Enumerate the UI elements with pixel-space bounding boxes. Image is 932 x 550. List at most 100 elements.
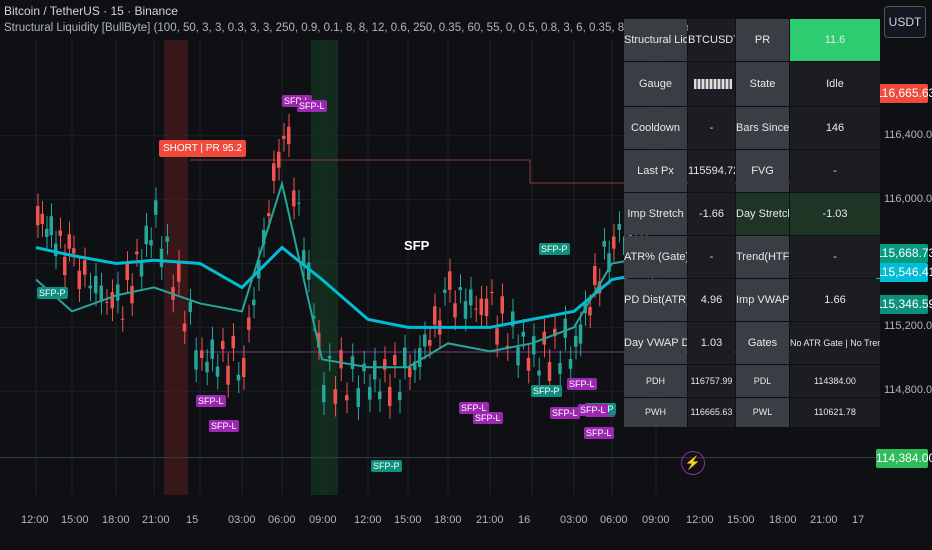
candle	[602, 240, 606, 247]
candle	[408, 367, 412, 378]
sfp-label: SFP-L	[209, 420, 239, 432]
candle	[443, 289, 447, 293]
candle	[495, 328, 499, 345]
table-value-cell: -	[688, 236, 735, 278]
candle	[282, 135, 286, 139]
currency-button[interactable]: USDT	[884, 6, 926, 38]
sfp-label: SFP-L	[550, 407, 580, 419]
candle	[378, 391, 382, 400]
sfp-label: SFP-L	[297, 100, 327, 112]
time-tick-label: 09:00	[309, 514, 337, 526]
candle	[423, 334, 427, 347]
table-label-cell: Gauge	[624, 62, 687, 106]
table-value-cell: -	[790, 236, 880, 278]
table-label-cell: Trend(HTF)	[736, 236, 789, 278]
candle	[521, 331, 525, 337]
candle	[105, 301, 109, 303]
candle	[345, 395, 349, 401]
candle	[182, 323, 187, 332]
candle	[453, 303, 457, 318]
series-line	[35, 245, 657, 329]
candle	[139, 261, 144, 277]
candle	[58, 230, 62, 236]
candle	[578, 324, 583, 344]
candle	[297, 202, 301, 204]
table-value-cell: -	[790, 150, 880, 192]
candle	[67, 234, 71, 249]
candle	[252, 299, 256, 306]
sfp-label: SFP-L	[584, 427, 614, 439]
candle	[388, 386, 392, 407]
candle	[247, 317, 251, 330]
candle	[116, 284, 120, 301]
candle	[373, 360, 377, 380]
table-value-cell: Idle	[790, 62, 880, 106]
candle	[350, 356, 355, 370]
candle	[403, 347, 407, 367]
price-tag: 115,346.59	[876, 294, 932, 314]
time-tick-label: 21:00	[810, 514, 838, 526]
candle	[120, 318, 125, 320]
candle	[563, 318, 567, 338]
price-tag: 114,384.00	[876, 448, 932, 468]
table-label-cell: Day Stretch	[736, 193, 789, 235]
candle	[418, 348, 422, 368]
table-label-cell: FVG	[736, 150, 789, 192]
table-label-cell: PD Dist(ATR)	[624, 279, 687, 321]
candle	[448, 271, 452, 290]
candle	[40, 213, 44, 225]
table-label-cell: Imp Stretch	[624, 193, 687, 235]
sfp-label: SFP-P	[531, 385, 562, 397]
table-value-cell: 146	[790, 107, 880, 149]
candle	[226, 365, 230, 385]
price-tag: 116,665.63	[876, 84, 932, 104]
time-tick-label: 15:00	[394, 514, 422, 526]
candle	[242, 358, 246, 377]
table-label-cell: Cooldown	[624, 107, 687, 149]
table-value-cell: 11.6	[790, 19, 880, 61]
candle	[210, 339, 214, 359]
candle	[165, 236, 169, 242]
sfp-label: SFP-L	[567, 378, 597, 390]
candle	[188, 301, 192, 313]
table-label-cell: Gates	[736, 322, 789, 364]
candle	[428, 339, 432, 346]
table-label-cell: ATR% (Gate)	[624, 236, 687, 278]
table-value-cell: 115594.72	[688, 150, 735, 192]
candle	[221, 340, 225, 350]
time-tick-label: 16	[518, 514, 531, 526]
time-tick-label: 17	[852, 514, 865, 526]
candle	[135, 251, 139, 255]
candle	[547, 362, 552, 381]
candle	[77, 270, 81, 290]
short-signal-label: SHORT | PR 95.2	[159, 140, 246, 157]
candle	[568, 358, 573, 369]
candle	[588, 306, 592, 316]
candle	[154, 200, 158, 215]
table-value-cell: -1.66	[688, 193, 735, 235]
candle	[526, 357, 531, 371]
table-value-cell: 1.66	[790, 279, 880, 321]
candle	[327, 356, 332, 359]
table-value-cell: -	[688, 107, 735, 149]
sfp-label: SFP-L	[196, 395, 226, 407]
candle	[484, 298, 489, 316]
table-value-cell: 1.03	[688, 322, 735, 364]
candle	[110, 292, 114, 309]
candle	[322, 384, 326, 403]
candle	[99, 285, 103, 302]
table-label-cell: Imp VWAP Dist	[736, 279, 789, 321]
candle	[231, 335, 235, 349]
price-tick-label: 116,400.00	[884, 128, 932, 141]
time-tick-label: 15	[186, 514, 199, 526]
table-value-cell: -1.03	[790, 193, 880, 235]
table-label-cell: PDL	[736, 365, 789, 397]
candle	[83, 260, 87, 275]
table-value-cell: 110621.78	[790, 398, 880, 427]
time-tick-label: 15:00	[727, 514, 755, 526]
candle	[277, 151, 281, 168]
bolt-icon[interactable]: ⚡	[681, 451, 705, 475]
candle	[532, 336, 536, 355]
candle	[490, 292, 494, 294]
candle	[159, 248, 164, 268]
